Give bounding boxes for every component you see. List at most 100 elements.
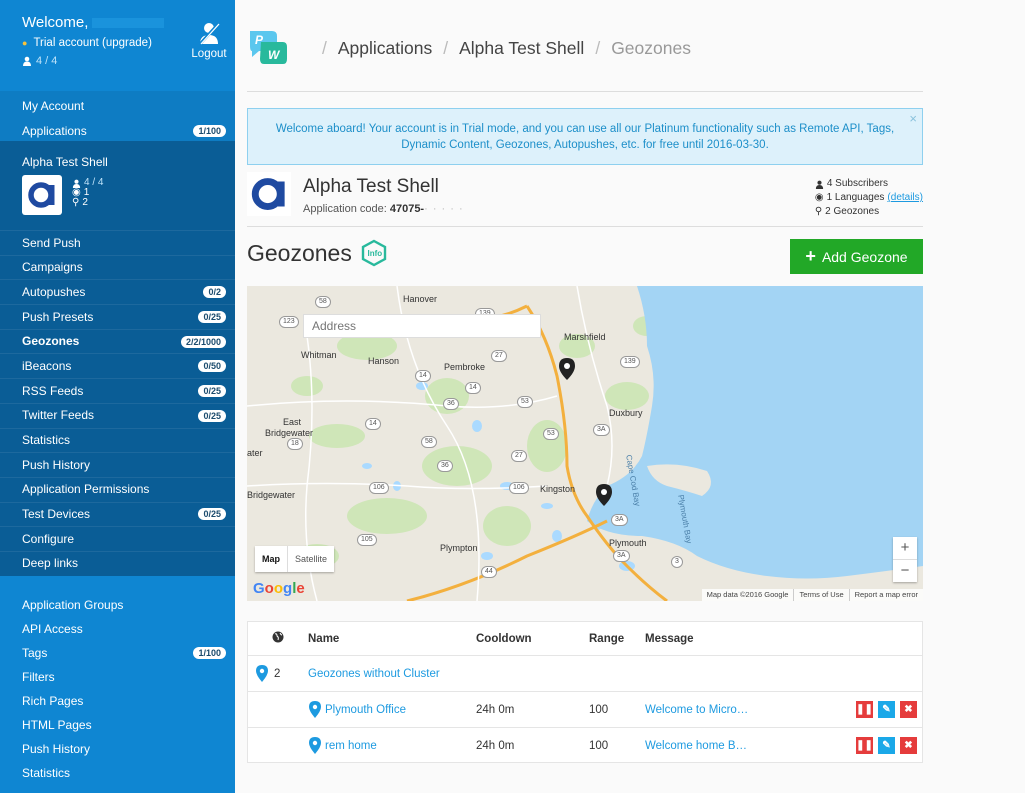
pin-icon: ⚲ <box>814 206 823 217</box>
sidebar-item-html-pages[interactable]: HTML Pages <box>0 713 235 737</box>
map-place-label: East <box>283 417 302 427</box>
sidebar-item-geozones[interactable]: Geozones 2/2/1000 <box>0 328 235 354</box>
sidebar-item-statistics[interactable]: Statistics <box>0 427 235 453</box>
table-header: Name Cooldown Range Message <box>248 622 922 655</box>
sidebar-item-send-push[interactable]: Send Push <box>0 230 235 255</box>
sidebar-item-push-history[interactable]: Push History <box>0 737 235 761</box>
map-place-label: Duxbury <box>609 408 643 418</box>
sidebar-item-filters[interactable]: Filters <box>0 665 235 689</box>
sidebar-item-ibeacons[interactable]: iBeacons 0/50 <box>0 353 235 378</box>
sidebar-item-campaigns[interactable]: Campaigns <box>0 254 235 280</box>
trial-label: Trial account (upgrade) <box>33 37 152 49</box>
current-app: Alpha Test Shell 4 / 4 ◉ 1 ⚲ 2 <box>0 141 235 230</box>
sidebar-item-configure[interactable]: Configure <box>0 526 235 551</box>
sidebar-item-label: Twitter Feeds <box>22 408 95 423</box>
delete-button[interactable]: ✖ <box>900 701 917 718</box>
message-link[interactable]: Welcome home B… <box>645 740 747 752</box>
pause-icon: ❚❚ <box>856 740 873 751</box>
add-geozone-button[interactable]: + Add Geozone <box>790 239 923 274</box>
sidebar-item-statistics[interactable]: Statistics <box>0 761 235 785</box>
sidebar-item-application-groups[interactable]: Application Groups <box>0 593 235 617</box>
range-value: 100 <box>589 703 609 716</box>
map-place-label: Plymouth <box>609 538 647 548</box>
sidebar-item-api-access[interactable]: API Access <box>0 617 235 641</box>
zoom-control: + − <box>893 537 917 582</box>
sidebar-item-label: HTML Pages <box>22 718 92 732</box>
terms-link[interactable]: Terms of Use <box>793 589 848 601</box>
route-shield: 123 <box>279 316 299 328</box>
info-icon[interactable]: Info <box>360 239 388 267</box>
table-row: Plymouth Office 24h 0m 100 Welcome to Mi… <box>248 691 922 727</box>
map-type-satellite-button[interactable]: Satellite <box>288 546 334 572</box>
pause-button[interactable]: ❚❚ <box>856 701 873 718</box>
map-type-control: Map Satellite <box>255 546 335 572</box>
zoom-in-button[interactable]: + <box>893 537 917 559</box>
details-link[interactable]: (details) <box>887 191 923 205</box>
table-group-row[interactable]: 2 Geozones without Cluster <box>248 655 922 691</box>
close-icon[interactable]: × <box>909 111 917 127</box>
route-shield: 36 <box>437 460 453 472</box>
address-search-input[interactable] <box>303 314 541 338</box>
edit-button[interactable]: ✎ <box>878 701 895 718</box>
sidebar-item-autopushes[interactable]: Autopushes 0/2 <box>0 279 235 304</box>
edit-icon: ✎ <box>882 740 891 751</box>
map-place-label: Bridgewater <box>247 490 296 500</box>
svg-text:W: W <box>268 48 281 62</box>
route-shield: 27 <box>491 350 507 362</box>
pushwoosh-logo[interactable]: P W <box>247 29 289 67</box>
pause-button[interactable]: ❚❚ <box>856 737 873 754</box>
pin-icon <box>309 737 321 754</box>
map-marker-2[interactable] <box>596 484 612 506</box>
count-badge: 0/2 <box>203 286 226 299</box>
sidebar-item-rss-feeds[interactable]: RSS Feeds 0/25 <box>0 378 235 403</box>
geozone-name-link[interactable]: Plymouth Office <box>325 704 406 716</box>
google-logo: Google <box>253 580 305 597</box>
sidebar-item-rich-pages[interactable]: Rich Pages <box>0 689 235 713</box>
app-logo[interactable] <box>22 175 62 215</box>
sidebar-item-push-history[interactable]: Push History <box>0 452 235 477</box>
route-shield: 27 <box>511 450 527 462</box>
edit-button[interactable]: ✎ <box>878 737 895 754</box>
column-header-cooldown: Cooldown <box>476 632 532 645</box>
sidebar-item-label: Campaigns <box>22 260 83 275</box>
zoom-out-button[interactable]: − <box>893 560 917 582</box>
welcome-label: Welcome, <box>22 14 89 31</box>
app-nav: Alpha Test Shell 4 / 4 ◉ 1 ⚲ 2 Send Push Ca… <box>0 141 235 576</box>
route-shield: 105 <box>357 534 377 546</box>
sidebar-item-label: iBeacons <box>22 358 72 373</box>
sidebar-item-test-devices[interactable]: Test Devices 0/25 <box>0 501 235 527</box>
sidebar-item-push-presets[interactable]: Push Presets 0/25 <box>0 304 235 329</box>
map-marker-1[interactable] <box>559 358 575 380</box>
geozone-name-link[interactable]: rem home <box>325 740 377 752</box>
sidebar-item-applications[interactable]: Applications 1/100 <box>0 119 235 144</box>
app-code: Application code: 47075-· · · · · <box>303 203 464 215</box>
route-shield: 58 <box>315 296 331 308</box>
map-place-label: Marshfield <box>564 332 606 342</box>
column-header-message: Message <box>645 632 694 645</box>
geozones-table: Name Cooldown Range Message 2 Geozones w… <box>247 621 923 763</box>
report-error-link[interactable]: Report a map error <box>848 589 923 601</box>
map-place-label: Pembroke <box>444 362 486 372</box>
sidebar-item-tags[interactable]: Tags 1/100 <box>0 641 235 665</box>
pin-icon: ⚲ <box>72 197 80 208</box>
breadcrumb-app[interactable]: Alpha Test Shell <box>459 38 584 59</box>
count-badge: 0/25 <box>198 508 226 521</box>
message-link[interactable]: Welcome to Micro… <box>645 704 748 716</box>
plus-icon: + <box>805 246 816 266</box>
sidebar-item-deep-links[interactable]: Deep links <box>0 550 235 576</box>
sidebar-item-twitter-feeds[interactable]: Twitter Feeds 0/25 <box>0 402 235 428</box>
user-icon <box>23 56 31 66</box>
breadcrumb-applications[interactable]: Applications <box>338 38 432 59</box>
sidebar-item-label: Push Presets <box>22 309 94 324</box>
map-type-map-button[interactable]: Map <box>255 546 288 572</box>
delete-button[interactable]: ✖ <box>900 737 917 754</box>
map[interactable]: Hanover Marshfield Whitman Hanson Pembroke Du… <box>247 286 923 601</box>
sidebar-item-my-account[interactable]: My Account <box>0 94 235 119</box>
group-name-link[interactable]: Geozones without Cluster <box>308 668 440 680</box>
logout-button[interactable]: Logout <box>188 20 230 60</box>
sidebar-item-application-permissions[interactable]: Application Permissions <box>0 476 235 502</box>
route-shield: 3 <box>671 556 683 568</box>
close-icon: ✖ <box>904 704 913 715</box>
redacted-username <box>92 17 165 28</box>
range-value: 100 <box>589 739 609 752</box>
